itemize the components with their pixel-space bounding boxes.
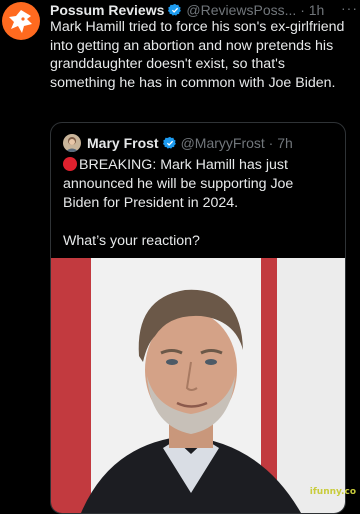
possum-logo-icon	[9, 10, 32, 33]
tweet-text: Mark Hamill tried to force his son's ex-…	[50, 19, 345, 91]
quoted-tweet-text: BREAKING: Mark Hamill has just announced…	[63, 156, 333, 251]
quoted-question-text: What’s your reaction?	[63, 233, 200, 249]
quoted-breaking-text: BREAKING: Mark Hamill has just announced…	[63, 157, 294, 211]
author-handle-time[interactable]: @ReviewsPoss... · 1h	[186, 2, 324, 18]
more-options-icon[interactable]: ···	[341, 0, 358, 16]
tweet-header: Possum Reviews @ReviewsPoss... · 1h	[50, 1, 354, 19]
quoted-verified-badge-icon	[162, 136, 176, 149]
watermark: ifunny.co	[309, 487, 356, 497]
quoted-author-handle-time[interactable]: @MaryyFrost · 7h	[181, 135, 293, 151]
quoted-tweet-card[interactable]: Mary Frost @MaryyFrost · 7h BREAKING: Ma…	[50, 122, 346, 514]
possum-avatar[interactable]	[2, 2, 40, 40]
quoted-tweet-photo[interactable]	[51, 258, 345, 513]
man-portrait-image	[81, 289, 301, 513]
author-name[interactable]: Possum Reviews	[50, 2, 164, 18]
quoted-author-avatar[interactable]	[63, 134, 81, 152]
red-circle-icon	[63, 157, 77, 171]
person-avatar-icon	[65, 137, 79, 152]
quoted-author-name[interactable]: Mary Frost	[87, 135, 159, 151]
verified-badge-icon	[168, 3, 182, 16]
quoted-tweet-header: Mary Frost @MaryyFrost · 7h	[63, 134, 293, 152]
